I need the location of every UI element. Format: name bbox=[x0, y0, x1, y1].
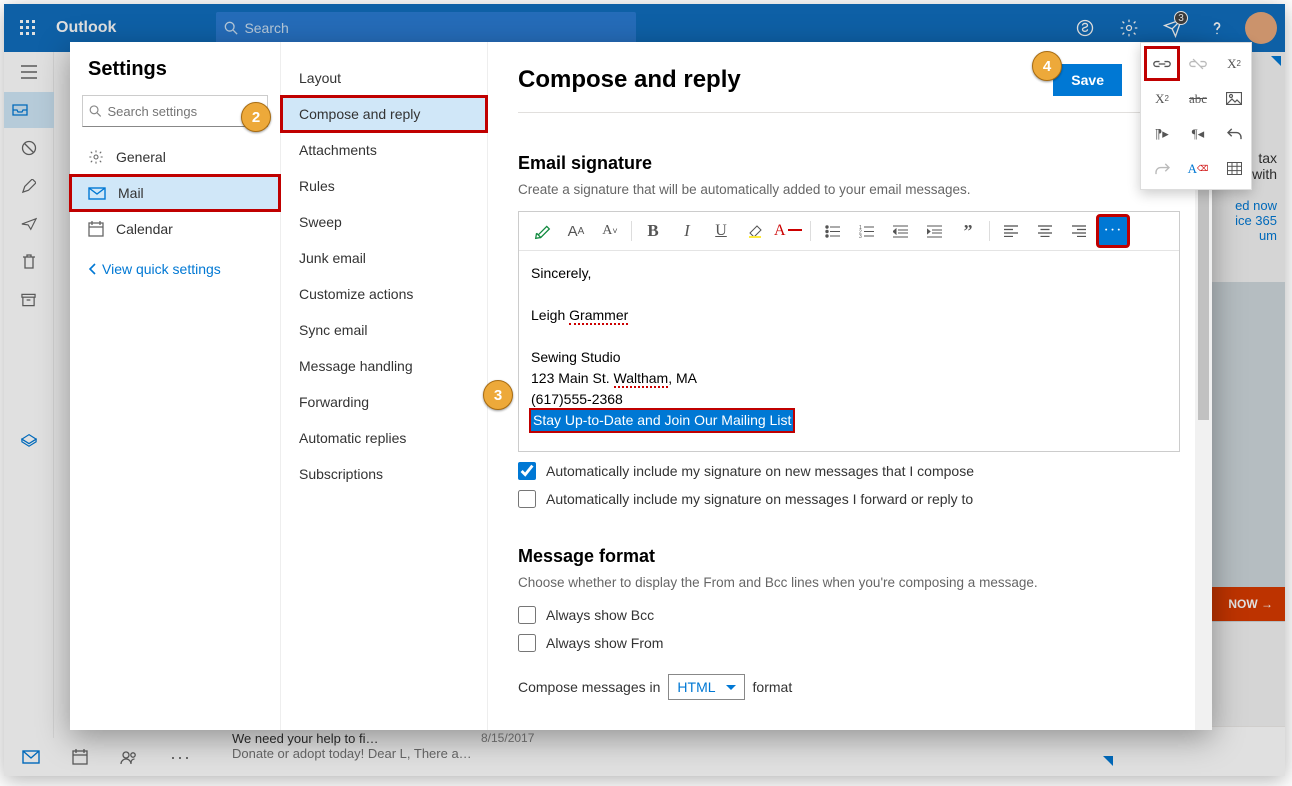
settings-search[interactable] bbox=[82, 95, 268, 127]
more-formatting-icon[interactable]: ··· bbox=[1098, 216, 1128, 246]
category-label: General bbox=[116, 149, 166, 165]
chk-show-bcc[interactable] bbox=[518, 606, 536, 624]
sub-forwarding[interactable]: Forwarding bbox=[281, 384, 487, 420]
chk-label: Automatically include my signature on me… bbox=[546, 491, 973, 507]
quote-icon[interactable]: ” bbox=[953, 216, 983, 246]
signature-heading: Email signature bbox=[518, 153, 1180, 174]
font-color-icon[interactable]: A bbox=[774, 216, 804, 246]
highlight-icon[interactable] bbox=[740, 216, 770, 246]
redo-icon[interactable] bbox=[1147, 154, 1177, 183]
signature-body[interactable]: Sincerely, Leigh Grammer Sewing Studio 1… bbox=[519, 251, 1179, 451]
category-calendar[interactable]: Calendar bbox=[70, 211, 280, 247]
view-quick-settings-link[interactable]: View quick settings bbox=[70, 247, 280, 291]
sig-line: Leigh Grammer bbox=[531, 305, 1167, 326]
clear-formatting-icon[interactable]: A⌫ bbox=[1183, 154, 1213, 183]
bold-icon[interactable]: B bbox=[638, 216, 668, 246]
calendar-icon bbox=[88, 221, 104, 237]
compose-in-label: Compose messages in bbox=[518, 679, 660, 695]
sub-compose-and-reply[interactable]: Compose and reply bbox=[281, 96, 487, 132]
sig-line: Sincerely, bbox=[531, 263, 1167, 284]
outdent-icon[interactable] bbox=[885, 216, 915, 246]
category-label: Calendar bbox=[116, 221, 173, 237]
signature-editor[interactable]: AA A˅ B I U A 123 ” bbox=[518, 211, 1180, 452]
chk-label: Always show Bcc bbox=[546, 607, 654, 623]
font-family-icon[interactable]: AA bbox=[561, 216, 591, 246]
sub-customize-actions[interactable]: Customize actions bbox=[281, 276, 487, 312]
signature-description: Create a signature that will be automati… bbox=[518, 182, 1180, 197]
sig-line: (617)555-2368 bbox=[531, 389, 1167, 410]
compose-in-suffix: format bbox=[753, 679, 793, 695]
message-format-heading: Message format bbox=[518, 546, 1180, 567]
strikethrough-icon[interactable]: abc bbox=[1183, 84, 1213, 113]
callout-4: 4 bbox=[1032, 51, 1062, 81]
chk-label: Automatically include my signature on ne… bbox=[546, 463, 974, 479]
sub-sweep[interactable]: Sweep bbox=[281, 204, 487, 240]
category-general[interactable]: General bbox=[70, 139, 280, 175]
gear-icon bbox=[88, 149, 104, 165]
sub-rules[interactable]: Rules bbox=[281, 168, 487, 204]
rtl-icon[interactable]: ¶◂ bbox=[1183, 119, 1213, 148]
format-painter-icon[interactable] bbox=[527, 216, 557, 246]
sub-message-handling[interactable]: Message handling bbox=[281, 348, 487, 384]
superscript-icon[interactable]: X2 bbox=[1219, 49, 1249, 78]
message-format-description: Choose whether to display the From and B… bbox=[518, 575, 1180, 590]
insert-image-icon[interactable] bbox=[1219, 84, 1249, 113]
chk-label: Always show From bbox=[546, 635, 663, 651]
chevron-left-icon bbox=[88, 263, 98, 275]
category-label: Mail bbox=[118, 185, 144, 201]
sub-subscriptions[interactable]: Subscriptions bbox=[281, 456, 487, 492]
chk-include-new[interactable] bbox=[518, 462, 536, 480]
search-icon bbox=[89, 104, 102, 118]
align-left-icon[interactable] bbox=[996, 216, 1026, 246]
callout-2: 2 bbox=[241, 102, 271, 132]
align-right-icon[interactable] bbox=[1064, 216, 1094, 246]
numbering-icon[interactable]: 123 bbox=[851, 216, 881, 246]
underline-icon[interactable]: U bbox=[706, 216, 736, 246]
chk-include-fwd[interactable] bbox=[518, 490, 536, 508]
sig-line: Sewing Studio bbox=[531, 347, 1167, 368]
settings-modal: Settings General Mail Calendar View quic… bbox=[70, 42, 1212, 730]
indent-icon[interactable] bbox=[919, 216, 949, 246]
sub-junk-email[interactable]: Junk email bbox=[281, 240, 487, 276]
callout-3: 3 bbox=[483, 380, 513, 410]
bullets-icon[interactable] bbox=[817, 216, 847, 246]
sig-mailing-list-link[interactable]: Stay Up-to-Date and Join Our Mailing Lis… bbox=[531, 410, 793, 431]
quick-settings-label: View quick settings bbox=[102, 261, 221, 277]
sig-line: 123 Main St. Waltham, MA bbox=[531, 368, 1167, 389]
insert-table-icon[interactable] bbox=[1219, 154, 1249, 183]
sub-attachments[interactable]: Attachments bbox=[281, 132, 487, 168]
remove-link-icon[interactable] bbox=[1183, 49, 1213, 78]
align-center-icon[interactable] bbox=[1030, 216, 1060, 246]
undo-icon[interactable] bbox=[1219, 119, 1249, 148]
mail-icon bbox=[88, 187, 106, 200]
insert-link-icon[interactable] bbox=[1147, 49, 1177, 78]
settings-title: Settings bbox=[70, 58, 280, 95]
ltr-icon[interactable]: ¶▸ bbox=[1147, 119, 1177, 148]
category-mail[interactable]: Mail bbox=[70, 175, 280, 211]
settings-search-input[interactable] bbox=[108, 104, 262, 119]
subscript-icon[interactable]: X2 bbox=[1147, 84, 1177, 113]
chk-show-from[interactable] bbox=[518, 634, 536, 652]
sub-sync-email[interactable]: Sync email bbox=[281, 312, 487, 348]
italic-icon[interactable]: I bbox=[672, 216, 702, 246]
sub-layout[interactable]: Layout bbox=[281, 60, 487, 96]
extra-formatting-popover: X2 X2 abc ¶▸ ¶◂ A⌫ bbox=[1140, 42, 1252, 190]
font-size-icon[interactable]: A˅ bbox=[595, 216, 625, 246]
sub-automatic-replies[interactable]: Automatic replies bbox=[281, 420, 487, 456]
compose-format-select[interactable]: HTML bbox=[668, 674, 744, 700]
save-button[interactable]: Save bbox=[1053, 64, 1122, 96]
svg-text:3: 3 bbox=[859, 234, 862, 238]
